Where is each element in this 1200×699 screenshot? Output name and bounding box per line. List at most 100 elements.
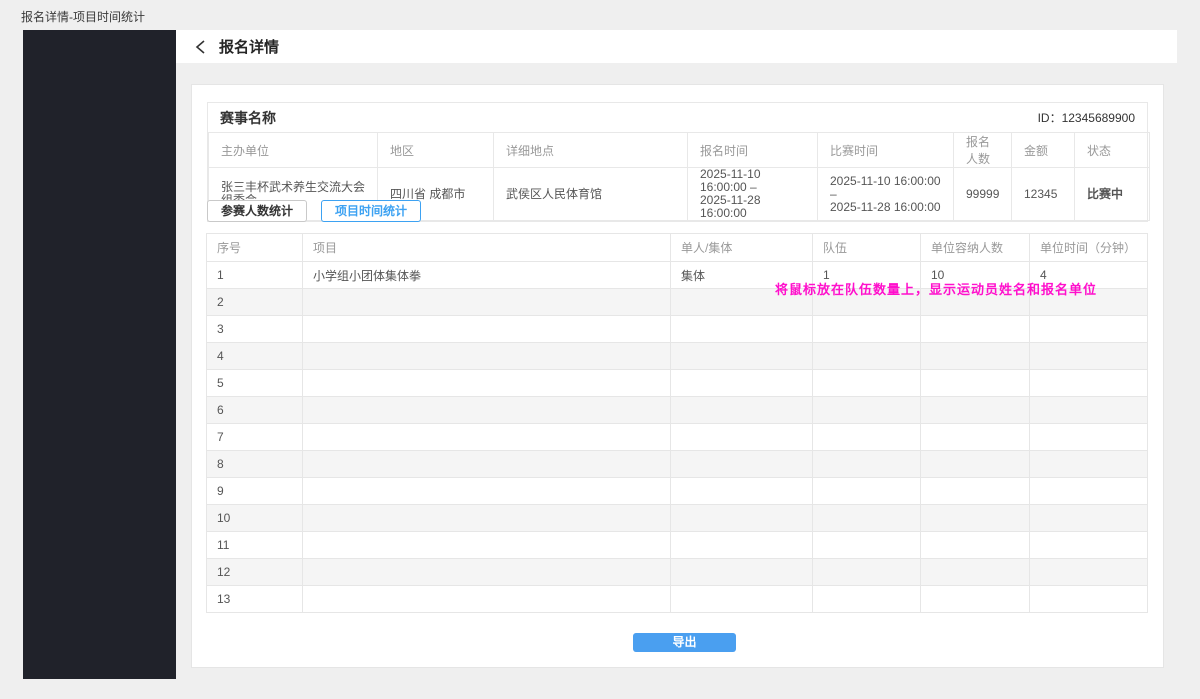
project-table-body: 1小学组小团体集体拳集体11042345678910111213 (207, 262, 1148, 613)
table-cell (921, 370, 1030, 397)
table-cell (671, 370, 813, 397)
table-cell (921, 316, 1030, 343)
table-cell (921, 505, 1030, 532)
table-cell: 8 (207, 451, 303, 478)
table-cell (921, 586, 1030, 613)
table-cell (303, 343, 671, 370)
table-cell (921, 397, 1030, 424)
table-cell (813, 532, 921, 559)
table-cell (921, 559, 1030, 586)
table-row: 5 (207, 370, 1148, 397)
table-cell: 13 (207, 586, 303, 613)
table-cell (671, 316, 813, 343)
table-cell (813, 478, 921, 505)
table-cell (671, 586, 813, 613)
table-cell (921, 451, 1030, 478)
project-col-header: 单位容纳人数 (921, 234, 1030, 262)
table-cell: 3 (207, 316, 303, 343)
table-cell (671, 424, 813, 451)
table-cell (1030, 559, 1148, 586)
table-cell: 集体 (671, 262, 813, 289)
page-header: 报名详情 (176, 30, 1177, 63)
table-cell (813, 586, 921, 613)
table-cell (921, 289, 1030, 316)
table-cell: 12 (207, 559, 303, 586)
event-cell: 2025-11-10 16:00:00 – 2025-11-28 16:00:0… (688, 168, 818, 221)
table-cell (303, 397, 671, 424)
table-cell (1030, 532, 1148, 559)
event-col-header: 地区 (378, 133, 494, 168)
table-cell (303, 424, 671, 451)
team-count-cell[interactable]: 1 (813, 262, 921, 289)
tab-participant-count-stats[interactable]: 参赛人数统计 (207, 200, 307, 222)
table-cell (1030, 289, 1148, 316)
table-cell: 6 (207, 397, 303, 424)
table-cell (1030, 451, 1148, 478)
event-name-title: 赛事名称 (220, 108, 276, 128)
table-cell (303, 316, 671, 343)
table-row: 13 (207, 586, 1148, 613)
table-cell (303, 289, 671, 316)
table-row: 7 (207, 424, 1148, 451)
app-root: 报名详情-项目时间统计 报名详情 赛事名称 ID：12345689900 主办单… (0, 0, 1200, 699)
tab-project-time-stats[interactable]: 项目时间统计 (321, 200, 421, 222)
table-cell (813, 505, 921, 532)
project-col-header: 单人/集体 (671, 234, 813, 262)
window-title: 报名详情-项目时间统计 (21, 8, 145, 25)
project-col-header: 单位时间（分钟） (1030, 234, 1148, 262)
event-col-header: 报名时间 (688, 133, 818, 168)
table-cell: 1 (207, 262, 303, 289)
table-row: 4 (207, 343, 1148, 370)
table-cell (671, 451, 813, 478)
back-button[interactable] (194, 39, 207, 55)
table-cell (671, 397, 813, 424)
event-cell: 99999 (954, 168, 1012, 221)
event-col-header: 金额 (1012, 133, 1075, 168)
event-col-header: 详细地点 (494, 133, 688, 168)
table-cell: 4 (207, 343, 303, 370)
table-cell (813, 289, 921, 316)
project-time-table: 序号项目单人/集体队伍单位容纳人数单位时间（分钟） 1小学组小团体集体拳集体11… (206, 233, 1148, 613)
table-cell (813, 397, 921, 424)
table-cell (671, 532, 813, 559)
table-cell (921, 478, 1030, 505)
table-cell (1030, 397, 1148, 424)
table-cell (813, 370, 921, 397)
event-col-header: 主办单位 (209, 133, 378, 168)
project-table-header-row: 序号项目单人/集体队伍单位容纳人数单位时间（分钟） (207, 234, 1148, 262)
sidebar (23, 30, 176, 679)
table-row: 9 (207, 478, 1148, 505)
table-cell (671, 559, 813, 586)
table-cell (921, 343, 1030, 370)
table-cell (1030, 478, 1148, 505)
event-col-header: 报名人数 (954, 133, 1012, 168)
table-cell (813, 559, 921, 586)
table-cell: 10 (921, 262, 1030, 289)
table-cell: 5 (207, 370, 303, 397)
table-row: 2 (207, 289, 1148, 316)
page-title: 报名详情 (219, 36, 279, 57)
table-cell: 11 (207, 532, 303, 559)
event-cell: 2025-11-10 16:00:00 – 2025-11-28 16:00:0… (818, 168, 954, 221)
project-col-header: 队伍 (813, 234, 921, 262)
main-panel: 赛事名称 ID：12345689900 主办单位地区详细地点报名时间比赛时间报名… (191, 84, 1164, 668)
table-cell (303, 505, 671, 532)
table-cell (671, 505, 813, 532)
table-cell (1030, 586, 1148, 613)
table-row: 10 (207, 505, 1148, 532)
export-button[interactable]: 导出 (633, 633, 736, 652)
table-cell: 9 (207, 478, 303, 505)
table-cell (671, 343, 813, 370)
table-cell (303, 370, 671, 397)
table-cell (1030, 370, 1148, 397)
table-cell: 7 (207, 424, 303, 451)
chevron-left-icon (194, 39, 207, 55)
event-status-cell: 比赛中 (1075, 168, 1150, 221)
table-cell (303, 478, 671, 505)
table-cell (813, 343, 921, 370)
table-cell (671, 289, 813, 316)
table-cell (303, 586, 671, 613)
event-table-header-row: 主办单位地区详细地点报名时间比赛时间报名人数金额状态 (209, 133, 1150, 168)
table-row: 6 (207, 397, 1148, 424)
event-col-header: 比赛时间 (818, 133, 954, 168)
